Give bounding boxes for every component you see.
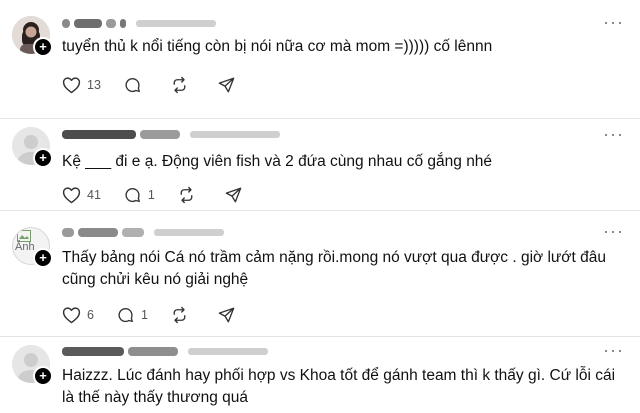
timestamp-blurred [136, 19, 216, 27]
follow-plus-icon[interactable]: + [33, 248, 53, 268]
heart-icon [62, 187, 81, 204]
comment-1: + ··· tuyển thủ k nổi tiếng còn bị nói n… [0, 0, 640, 118]
comment-bubble-icon [125, 188, 140, 203]
follow-plus-icon[interactable]: + [33, 148, 53, 168]
like-count: 6 [87, 308, 94, 322]
like-count: 13 [87, 78, 101, 92]
share-button[interactable] [217, 306, 242, 324]
follow-plus-icon[interactable]: + [33, 37, 53, 57]
more-options-icon[interactable]: ··· [603, 124, 624, 145]
username-blurred[interactable] [62, 16, 216, 30]
heart-icon [62, 77, 81, 94]
repost-icon [173, 306, 186, 324]
reply-count: 1 [147, 188, 155, 202]
like-button[interactable]: 6 [62, 306, 94, 324]
comment-text: Haizzz. Lúc đánh hay phối hợp vs Khoa tố… [62, 367, 616, 406]
timestamp-blurred [188, 347, 268, 355]
repost-button[interactable] [177, 186, 202, 204]
repost-icon [180, 186, 193, 204]
like-button[interactable]: 41 [62, 186, 101, 204]
comment-bubble-icon [118, 308, 133, 323]
comment-text: Thấy bảng nói Cá nó trầm cảm nặng rồi.mo… [62, 249, 606, 288]
share-send-icon [218, 307, 235, 323]
more-options-icon[interactable]: ··· [603, 12, 624, 33]
like-button[interactable]: 13 [62, 76, 101, 94]
avatar-alt-text: Ảnh [15, 241, 35, 253]
user-avatar[interactable]: + [12, 345, 53, 386]
username-blurred[interactable] [62, 127, 280, 141]
comment-bubble-icon [125, 78, 140, 93]
action-bar: 41 1 [62, 184, 271, 206]
share-send-icon [225, 187, 242, 203]
repost-button[interactable] [170, 306, 195, 324]
share-button[interactable] [217, 76, 242, 94]
comment-text: Kệ ___ đi e ạ. Động viên fish và 2 đứa c… [62, 153, 493, 170]
user-avatar[interactable]: Ảnh + [12, 227, 53, 268]
more-options-icon[interactable]: ··· [603, 340, 624, 361]
reply-button[interactable] [123, 76, 148, 94]
reply-button[interactable]: 1 [116, 306, 148, 324]
timestamp-blurred [190, 130, 280, 138]
comment-4: + ··· Haizzz. Lúc đánh hay phối hợp vs K… [0, 337, 640, 413]
action-bar: 13 [62, 74, 264, 96]
follow-plus-icon[interactable]: + [33, 366, 53, 386]
user-avatar[interactable]: + [12, 127, 53, 168]
repost-icon [173, 76, 186, 94]
share-button[interactable] [224, 186, 249, 204]
repost-button[interactable] [170, 76, 195, 94]
reply-count: 1 [140, 308, 148, 322]
heart-icon [62, 307, 81, 324]
user-avatar[interactable]: + [12, 16, 53, 57]
username-blurred[interactable] [62, 344, 268, 358]
action-bar: 6 1 [62, 304, 264, 326]
like-count: 41 [87, 188, 101, 202]
timestamp-blurred [154, 228, 224, 236]
username-blurred[interactable] [62, 225, 224, 239]
reply-button[interactable]: 1 [123, 186, 155, 204]
comment-3: Ảnh + ··· Thấy bảng nói Cá nó trầm cảm n… [0, 211, 640, 336]
comment-2: + ··· Kệ ___ đi e ạ. Động viên fish và 2… [0, 119, 640, 211]
share-send-icon [218, 77, 235, 93]
comment-text: tuyển thủ k nổi tiếng còn bị nói nữa cơ … [62, 38, 493, 55]
more-options-icon[interactable]: ··· [603, 221, 624, 242]
